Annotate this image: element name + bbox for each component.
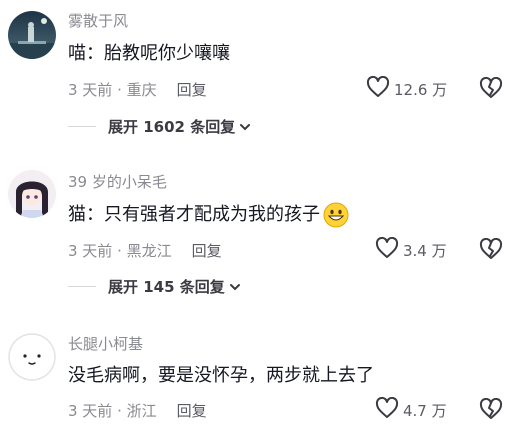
- reply-button[interactable]: 回复: [177, 81, 207, 99]
- like-button[interactable]: 12.6 万: [366, 75, 448, 102]
- heart-icon: [375, 236, 399, 263]
- comment-text-body: 猫：只有强者才配成为我的孩子: [68, 204, 320, 225]
- chevron-down-icon: [229, 277, 241, 296]
- expand-replies[interactable]: 展开 1602 条回复: [68, 116, 251, 137]
- like-button[interactable]: 3.4 万: [375, 236, 447, 263]
- divider-line: [68, 126, 96, 127]
- comment-meta: 3 天前 · 重庆 回复: [68, 79, 207, 100]
- grinning-face-emoji: [323, 202, 349, 228]
- time-location: 3 天前 · 黑龙江: [68, 242, 172, 260]
- reply-button[interactable]: 回复: [192, 242, 222, 260]
- expand-label: 展开 145 条回复: [108, 278, 225, 296]
- reply-button[interactable]: 回复: [177, 402, 207, 420]
- heart-icon: [366, 75, 390, 102]
- divider-line: [68, 286, 96, 287]
- broken-heart-icon: [479, 76, 503, 103]
- dislike-button[interactable]: [479, 237, 503, 264]
- like-button[interactable]: 4.7 万: [375, 396, 447, 423]
- broken-heart-icon: [479, 397, 503, 424]
- heart-icon: [375, 396, 399, 423]
- like-count: 3.4 万: [403, 241, 447, 260]
- avatar[interactable]: [8, 11, 56, 59]
- comment-text: 没毛病啊，要是没怀孕，两步就上去了: [68, 365, 374, 386]
- avatar[interactable]: [8, 333, 56, 381]
- expand-replies[interactable]: 展开 145 条回复: [68, 276, 241, 297]
- avatar[interactable]: [8, 170, 56, 218]
- broken-heart-icon: [479, 237, 503, 264]
- comment-text: 猫：只有强者才配成为我的孩子: [68, 202, 349, 228]
- username[interactable]: 雾散于风: [68, 10, 128, 31]
- time-location: 3 天前 · 浙江: [68, 402, 157, 420]
- chevron-down-icon: [239, 117, 251, 136]
- time-location: 3 天前 · 重庆: [68, 81, 157, 99]
- dislike-button[interactable]: [479, 397, 503, 424]
- comment-meta: 3 天前 · 黑龙江 回复: [68, 240, 222, 261]
- dislike-button[interactable]: [479, 76, 503, 103]
- expand-label: 展开 1602 条回复: [108, 118, 236, 136]
- comment-meta: 3 天前 · 浙江 回复: [68, 400, 207, 421]
- like-count: 4.7 万: [403, 401, 447, 420]
- username[interactable]: 39 岁的小呆毛: [68, 171, 167, 192]
- comment-text: 喵：胎教呢你少嚷嚷: [68, 43, 230, 64]
- username[interactable]: 长腿小柯基: [68, 333, 143, 354]
- like-count: 12.6 万: [394, 80, 448, 99]
